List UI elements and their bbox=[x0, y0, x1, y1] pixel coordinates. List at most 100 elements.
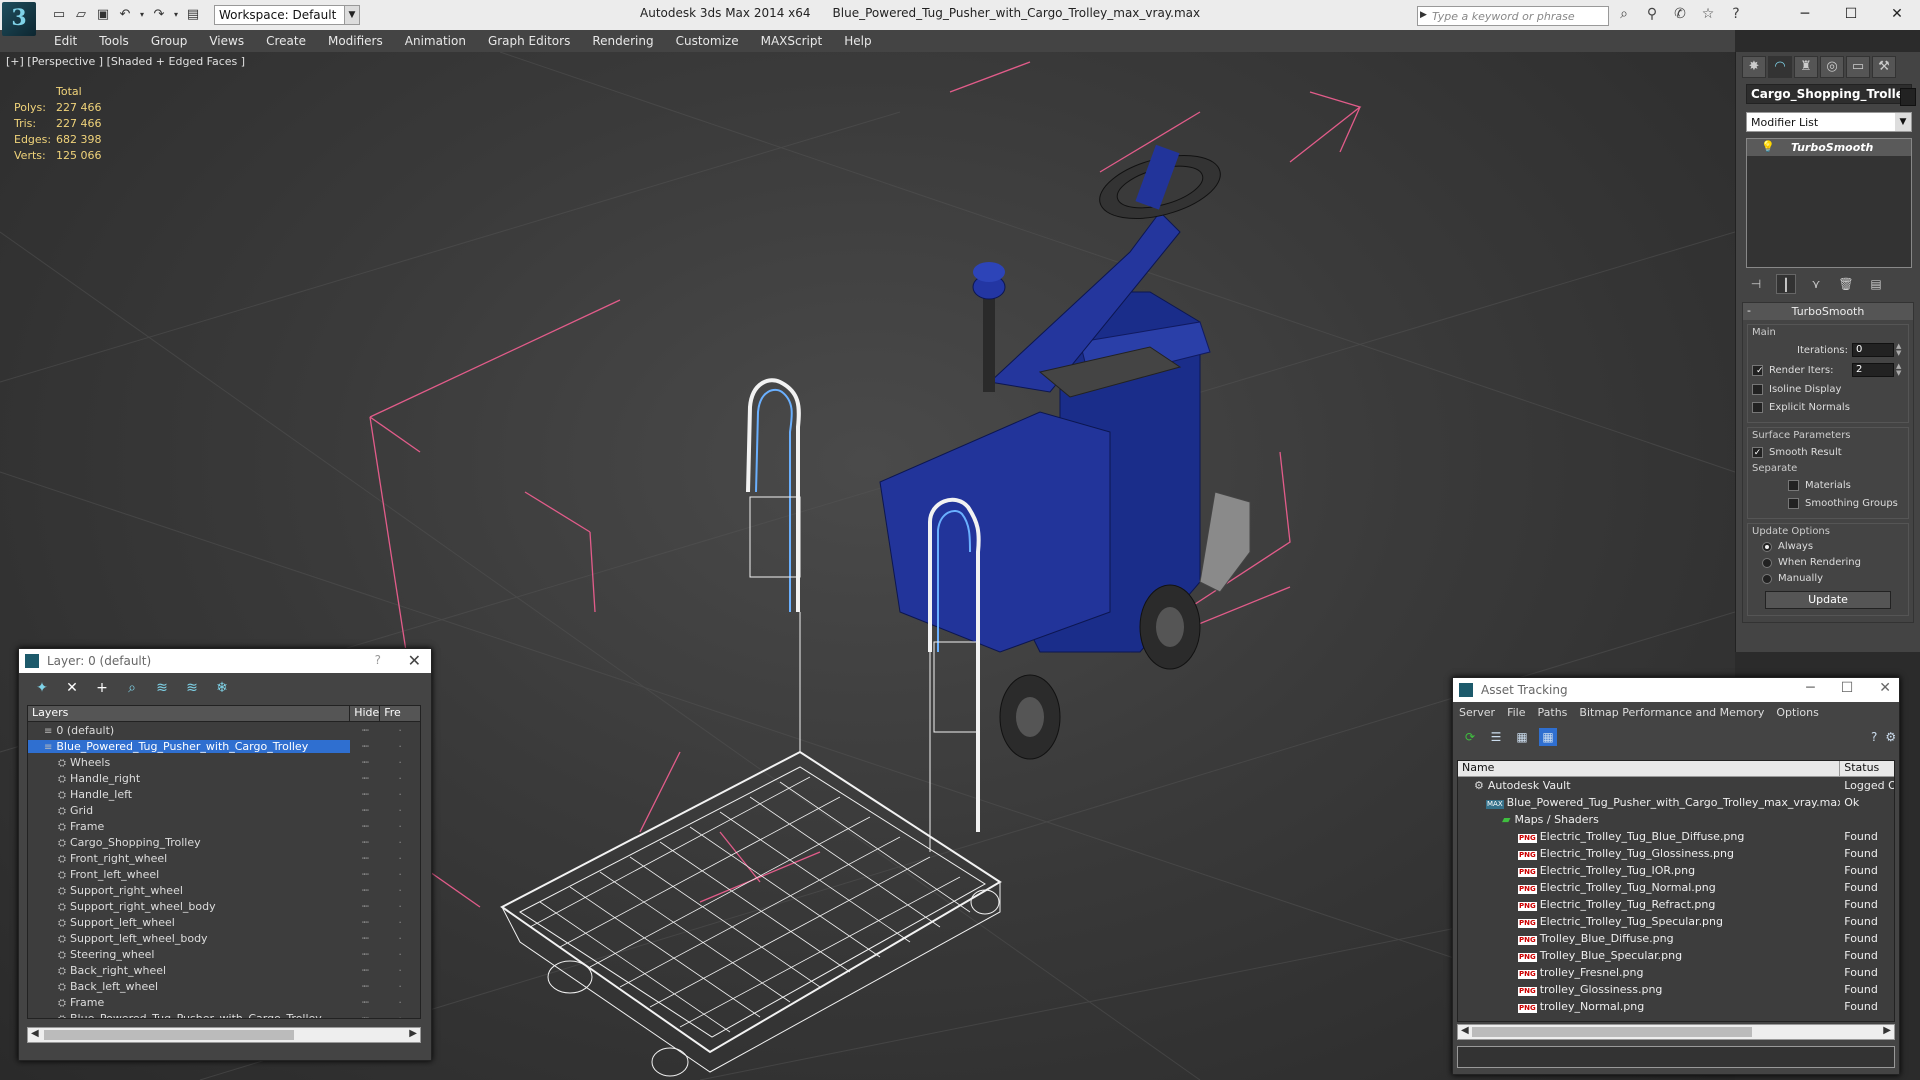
asset-row[interactable]: PNG Electric_Trolley_Tug_Glossiness.png Fo… bbox=[1458, 845, 1894, 862]
materials-checkbox[interactable] bbox=[1788, 479, 1799, 491]
menu-item-create[interactable]: Create bbox=[266, 30, 306, 52]
undo-dropdown-icon[interactable]: ▾ bbox=[138, 6, 146, 24]
scroll-thumb[interactable] bbox=[44, 1030, 294, 1040]
asset-row[interactable]: PNG Trolley_Blue_Specular.png Found bbox=[1458, 947, 1894, 964]
freeze-toggle[interactable]: · bbox=[380, 724, 420, 737]
modifier-list-dropdown[interactable]: Modifier List ▼ bbox=[1746, 112, 1912, 132]
layer-name[interactable]: ⛭ Front_left_wheel bbox=[28, 868, 350, 881]
favorites-star-icon[interactable]: ☆ bbox=[1698, 6, 1718, 24]
asset-menu-bitmap-performance-and-memory[interactable]: Bitmap Performance and Memory bbox=[1579, 706, 1764, 720]
spinner-icon[interactable]: ▲ ▼ bbox=[1896, 343, 1904, 357]
column-header-hide[interactable]: Hide bbox=[350, 706, 381, 721]
menu-item-tools[interactable]: Tools bbox=[99, 30, 129, 52]
menu-item-customize[interactable]: Customize bbox=[676, 30, 739, 52]
menu-item-modifiers[interactable]: Modifiers bbox=[328, 30, 383, 52]
communication-icon[interactable]: ✆ bbox=[1670, 6, 1690, 24]
search-expand-icon[interactable]: ▶ bbox=[1420, 10, 1427, 20]
undo-icon[interactable]: ↶ bbox=[116, 6, 134, 24]
layer-name[interactable]: ⛭ Back_right_wheel bbox=[28, 964, 350, 977]
when-rendering-radio[interactable] bbox=[1762, 557, 1772, 568]
hide-toggle[interactable]: ┉ bbox=[350, 820, 380, 833]
render-iters-input[interactable]: 2 bbox=[1852, 363, 1894, 377]
asset-horizontal-scrollbar[interactable]: ◀ ▶ bbox=[1457, 1024, 1895, 1040]
create-tab-icon[interactable]: ✸ bbox=[1742, 56, 1766, 78]
layer-row[interactable]: ⛭ Handle_left ┉ · bbox=[28, 786, 420, 802]
select-in-layer-icon[interactable]: ⌕ bbox=[123, 679, 141, 697]
remove-modifier-icon[interactable]: 🗑 bbox=[1836, 274, 1856, 294]
display-tab-icon[interactable]: ▭ bbox=[1846, 56, 1870, 78]
menu-item-rendering[interactable]: Rendering bbox=[592, 30, 653, 52]
hide-toggle[interactable]: ┉ bbox=[350, 1012, 380, 1019]
layer-name[interactable]: ⛭ Back_left_wheel bbox=[28, 980, 350, 993]
object-color-swatch[interactable] bbox=[1900, 88, 1916, 106]
layer-row[interactable]: ≡ Blue_Powered_Tug_Pusher_with_Cargo_Trol… bbox=[28, 738, 420, 754]
project-folder-icon[interactable]: ▤ bbox=[184, 6, 202, 24]
layer-name[interactable]: ⛭ Grid bbox=[28, 804, 350, 817]
layer-name[interactable]: ⛭ Front_right_wheel bbox=[28, 852, 350, 865]
freeze-toggle[interactable]: · bbox=[380, 788, 420, 801]
freeze-toggle[interactable]: · bbox=[380, 836, 420, 849]
freeze-toggle[interactable]: · bbox=[380, 884, 420, 897]
column-header-name[interactable]: Name bbox=[1458, 761, 1841, 776]
highlight-layer-icon[interactable]: ≋ bbox=[153, 679, 171, 697]
asset-window-titlebar[interactable]: Asset Tracking ─ ☐ ✕ bbox=[1453, 678, 1899, 702]
delete-layer-icon[interactable]: ✕ bbox=[63, 679, 81, 697]
rollout-header[interactable]: - TurboSmooth bbox=[1743, 303, 1913, 320]
asset-menu-paths[interactable]: Paths bbox=[1538, 706, 1568, 720]
asset-row[interactable]: PNG Trolley_Blue_Diffuse.png Found bbox=[1458, 930, 1894, 947]
stack-item-turbosmooth[interactable]: 💡 TurboSmooth bbox=[1747, 139, 1911, 156]
menu-item-maxscript[interactable]: MAXScript bbox=[761, 30, 823, 52]
column-header-freeze[interactable]: Fre bbox=[380, 706, 420, 721]
asset-row[interactable]: ▰ Maps / Shaders bbox=[1458, 811, 1894, 828]
iterations-input[interactable]: 0 bbox=[1852, 343, 1894, 357]
menu-item-graph-editors[interactable]: Graph Editors bbox=[488, 30, 570, 52]
spinner-icon[interactable]: ▲ ▼ bbox=[1896, 363, 1904, 377]
freeze-toggle[interactable]: · bbox=[380, 932, 420, 945]
isoline-display-checkbox[interactable] bbox=[1752, 383, 1763, 395]
layer-name[interactable]: ⛭ Support_right_wheel bbox=[28, 884, 350, 897]
layer-row[interactable]: ⛭ Handle_right ┉ · bbox=[28, 770, 420, 786]
list-view-icon[interactable]: ☰ bbox=[1487, 728, 1505, 746]
search-input[interactable]: ▶ Type a keyword or phrase bbox=[1417, 6, 1609, 26]
asset-row[interactable]: PNG Electric_Trolley_Tug_Blue_Diffuse.png… bbox=[1458, 828, 1894, 845]
freeze-toggle[interactable]: · bbox=[380, 996, 420, 1009]
layer-row[interactable]: ≡ 0 (default) ┉ · bbox=[28, 722, 420, 738]
layer-name[interactable]: ⛭ Frame bbox=[28, 996, 350, 1009]
make-unique-icon[interactable]: ⋎ bbox=[1806, 274, 1826, 294]
utilities-tab-icon[interactable]: ⚒ bbox=[1872, 56, 1896, 78]
asset-row[interactable]: PNG trolley_Normal.png Found bbox=[1458, 998, 1894, 1015]
freeze-toggle[interactable]: · bbox=[380, 916, 420, 929]
freeze-toggle[interactable]: · bbox=[380, 740, 420, 753]
new-layer-icon[interactable]: ✦ bbox=[33, 679, 51, 697]
close-icon[interactable]: ✕ bbox=[1879, 680, 1891, 696]
layer-row[interactable]: ⛭ Back_right_wheel ┉ · bbox=[28, 962, 420, 978]
object-name-field[interactable]: Cargo_Shopping_Trolley bbox=[1746, 84, 1912, 104]
configure-sets-icon[interactable]: ▤ bbox=[1866, 274, 1886, 294]
freeze-toggle[interactable]: · bbox=[380, 964, 420, 977]
layer-name[interactable]: ⛭ Cargo_Shopping_Trolley bbox=[28, 836, 350, 849]
layer-name[interactable]: ⛭ Handle_right bbox=[28, 772, 350, 785]
scroll-left-icon[interactable]: ◀ bbox=[1461, 1025, 1469, 1036]
hide-toggle[interactable]: ┉ bbox=[350, 724, 380, 737]
close-icon[interactable]: ✕ bbox=[1874, 0, 1920, 30]
update-button[interactable]: Update bbox=[1765, 591, 1891, 609]
viewport-label[interactable]: [+] [Perspective ] [Shaded + Edged Faces… bbox=[6, 55, 245, 68]
save-file-icon[interactable]: ▣ bbox=[94, 6, 112, 24]
asset-row[interactable]: ⚙ Autodesk Vault Logged O bbox=[1458, 777, 1894, 794]
hide-toggle[interactable]: ┉ bbox=[350, 868, 380, 881]
scroll-right-icon[interactable]: ▶ bbox=[1883, 1025, 1891, 1036]
open-file-icon[interactable]: ▱ bbox=[72, 6, 90, 24]
hide-toggle[interactable]: ┉ bbox=[350, 756, 380, 769]
layer-row[interactable]: ⛭ Cargo_Shopping_Trolley ┉ · bbox=[28, 834, 420, 850]
layer-name[interactable]: ≡ Blue_Powered_Tug_Pusher_with_Cargo_Trol… bbox=[28, 739, 351, 753]
layer-name[interactable]: ⛭ Frame bbox=[28, 820, 350, 833]
hide-toggle[interactable]: ┉ bbox=[350, 932, 380, 945]
layer-window-titlebar[interactable]: Layer: 0 (default) ? ✕ bbox=[19, 649, 431, 673]
asset-menu-options[interactable]: Options bbox=[1776, 706, 1818, 720]
layer-row[interactable]: ⛭ Support_left_wheel ┉ · bbox=[28, 914, 420, 930]
explicit-normals-checkbox[interactable] bbox=[1752, 401, 1763, 413]
asset-row[interactable]: PNG Electric_Trolley_Tug_Refract.png Found bbox=[1458, 896, 1894, 913]
hide-toggle[interactable]: ┉ bbox=[350, 788, 380, 801]
freeze-toggle[interactable]: · bbox=[380, 804, 420, 817]
hide-toggle[interactable]: ┉ bbox=[350, 836, 380, 849]
